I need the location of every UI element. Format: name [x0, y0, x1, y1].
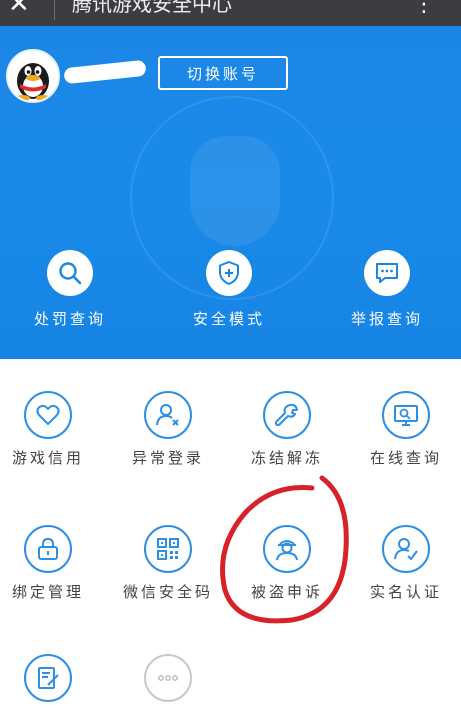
- chat-icon: [376, 263, 398, 283]
- service-icon-circle: [144, 525, 192, 573]
- report-query-button[interactable]: 举报查询: [327, 250, 447, 329]
- service-label: 异常登录: [131, 449, 204, 467]
- qq-penguin-icon: [16, 63, 50, 101]
- thief-icon: [276, 540, 298, 561]
- service-icon-circle: [24, 391, 72, 439]
- service-label: 冻结解冻: [250, 449, 323, 467]
- quick-action-label: 安全模式: [192, 310, 265, 328]
- close-icon[interactable]: ✕: [8, 0, 30, 20]
- lock-icon: [38, 537, 58, 560]
- more-menu-icon[interactable]: ⋮: [413, 0, 435, 20]
- service-game-credit[interactable]: 游戏信用: [0, 391, 106, 468]
- redacted-username: [63, 59, 147, 85]
- service-label: 微信安全码: [122, 583, 213, 601]
- quick-action-label: 处罚查询: [33, 310, 106, 328]
- service-abnormal-login[interactable]: 异常登录: [110, 391, 226, 468]
- service-binding-management[interactable]: 绑定管理: [0, 525, 106, 602]
- service-icon-circle: [24, 525, 72, 573]
- switch-account-button[interactable]: 切换账号: [158, 56, 288, 90]
- service-real-name-verification[interactable]: 实名认证: [348, 525, 461, 602]
- safe-mode-button[interactable]: 安全模式: [169, 250, 289, 329]
- top-bar: ✕ 腾讯游戏安全中心 ⋮: [0, 0, 461, 26]
- divider: [54, 0, 55, 20]
- service-icon-circle: [382, 525, 430, 573]
- quick-action-label: 举报查询: [350, 310, 423, 328]
- penalty-query-button[interactable]: 处罚查询: [10, 250, 130, 329]
- service-stolen-account-appeal[interactable]: 被盗申诉: [229, 525, 345, 602]
- user-check-icon: [394, 538, 418, 561]
- search-icon: [59, 262, 82, 285]
- shield-plus-icon: [219, 260, 239, 286]
- service-document[interactable]: [0, 654, 106, 710]
- avatar[interactable]: [6, 49, 60, 103]
- service-label: 绑定管理: [11, 583, 84, 601]
- wrench-icon: [274, 403, 298, 427]
- service-icon-circle: [263, 525, 311, 573]
- service-icon-circle: [382, 391, 430, 439]
- qrcode-icon: [157, 538, 179, 560]
- service-label: 实名认证: [369, 583, 442, 601]
- service-more[interactable]: [110, 654, 226, 710]
- quick-action-circle: [364, 250, 410, 296]
- service-label: 被盗申诉: [250, 583, 323, 601]
- document-edit-icon: [38, 667, 59, 689]
- page-title: 腾讯游戏安全中心: [72, 0, 232, 16]
- monitor-search-icon: [394, 405, 418, 426]
- service-icon-circle: [144, 391, 192, 439]
- background-shield: [190, 136, 280, 246]
- service-label: 在线查询: [369, 449, 442, 467]
- service-online-query[interactable]: 在线查询: [348, 391, 461, 468]
- quick-action-circle: [206, 250, 252, 296]
- service-icon-circle: [263, 391, 311, 439]
- user-x-icon: [156, 404, 179, 426]
- service-label: 游戏信用: [11, 449, 84, 467]
- service-freeze-unfreeze[interactable]: 冻结解冻: [229, 391, 345, 468]
- more-dots-icon: [158, 675, 178, 681]
- heart-icon: [36, 404, 60, 425]
- quick-action-circle: [47, 250, 93, 296]
- account-header: 切换账号 处罚查询 安全模式 举报查询: [0, 26, 461, 359]
- service-wechat-security-code[interactable]: 微信安全码: [110, 525, 226, 602]
